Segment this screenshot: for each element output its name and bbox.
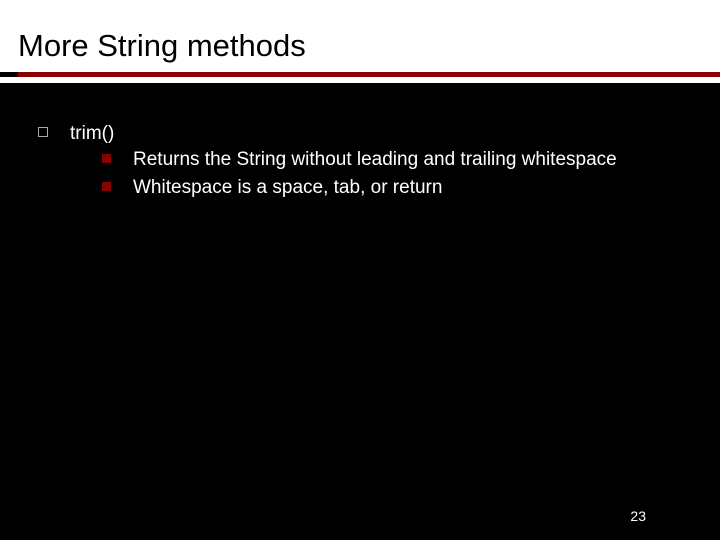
bullet-hollow-icon <box>38 127 48 137</box>
list-item: trim() Returns the String without leadin… <box>38 121 702 204</box>
sub-text: Returns the String without leading and t… <box>133 147 617 173</box>
header: More String methods <box>0 0 720 72</box>
list-item: Whitespace is a space, tab, or return <box>102 175 702 201</box>
sub-list: Returns the String without leading and t… <box>70 147 702 201</box>
bullet-solid-icon <box>102 182 111 191</box>
method-name: trim() <box>70 121 702 147</box>
bullet-solid-icon <box>102 154 111 163</box>
slide-title: More String methods <box>18 28 702 64</box>
sub-text: Whitespace is a space, tab, or return <box>133 175 442 201</box>
page-number: 23 <box>630 508 646 524</box>
content-area: trim() Returns the String without leadin… <box>0 83 720 204</box>
list-item: Returns the String without leading and t… <box>102 147 702 173</box>
